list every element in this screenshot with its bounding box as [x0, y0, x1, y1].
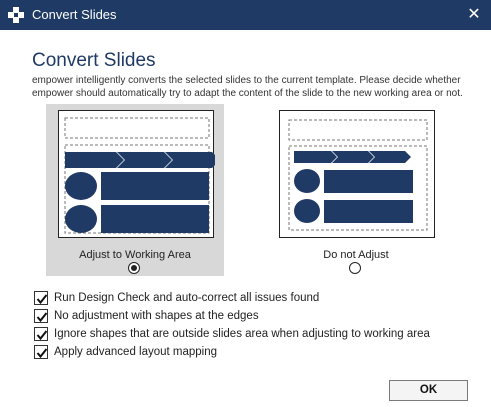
- close-icon[interactable]: ✕: [457, 0, 491, 30]
- dialog-heading: Convert Slides: [32, 50, 156, 71]
- ok-button-label: OK: [419, 384, 438, 396]
- window-title: Convert Slides: [32, 7, 117, 22]
- checkbox-label: No adjustment with shapes at the edges: [54, 310, 259, 322]
- radio-adjust-to-working-area[interactable]: [128, 262, 140, 274]
- option-adjust-to-working-area[interactable]: Adjust to Working Area: [46, 104, 224, 276]
- option-do-not-adjust[interactable]: Do not Adjust: [267, 104, 445, 276]
- checkbox-advanced-layout-mapping[interactable]: [34, 345, 48, 359]
- slide-preview-adjusted: [58, 110, 215, 238]
- checkbox-design-check[interactable]: [34, 291, 48, 305]
- slide-preview-unadjusted: [279, 110, 435, 238]
- option-label: Adjust to Working Area: [79, 249, 191, 261]
- checkmark-icon: [36, 330, 48, 341]
- checkbox-ignore-outside-shapes[interactable]: [34, 327, 48, 341]
- radio-do-not-adjust[interactable]: [349, 262, 361, 274]
- checkbox-label: Run Design Check and auto-correct all is…: [54, 292, 320, 304]
- checkmark-icon: [36, 348, 48, 359]
- ok-button[interactable]: OK: [389, 380, 468, 401]
- checkmark-icon: [36, 312, 48, 323]
- checkbox-label: Ignore shapes that are outside slides ar…: [54, 328, 430, 340]
- title-bar: Convert Slides ✕: [0, 0, 491, 30]
- checkbox-label: Apply advanced layout mapping: [54, 346, 218, 358]
- app-logo-icon: [8, 7, 24, 23]
- option-label: Do not Adjust: [323, 249, 389, 261]
- convert-slides-dialog: Convert Slides ✕ Convert Slides empower …: [0, 0, 491, 407]
- radio-selected-dot: [131, 265, 137, 271]
- checkmark-icon: [36, 294, 48, 305]
- checkbox-no-adjustment-edges[interactable]: [34, 309, 48, 323]
- dialog-description: empower intelligently converts the selec…: [32, 75, 463, 99]
